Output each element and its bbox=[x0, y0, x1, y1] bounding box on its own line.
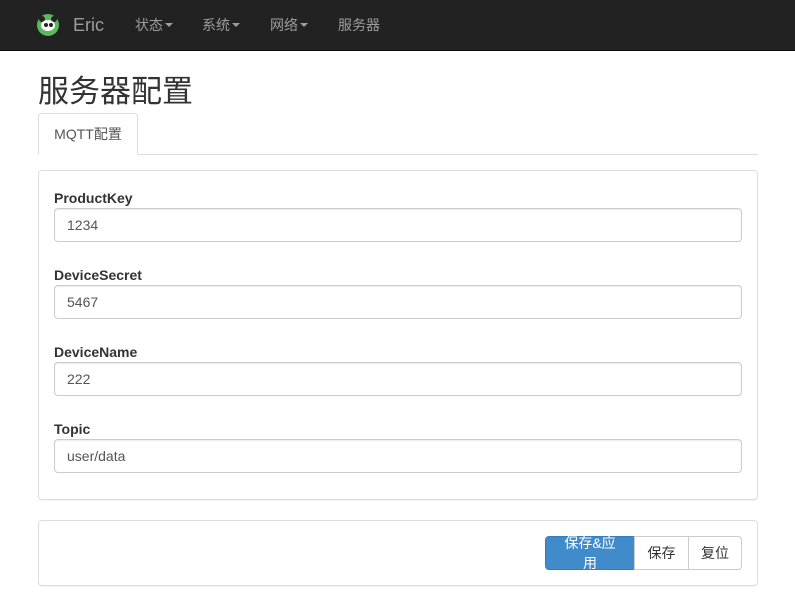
actions-panel: 保存&应用 保存 复位 bbox=[38, 520, 758, 586]
nav-item-label: 状态 bbox=[135, 17, 163, 33]
brand-link[interactable]: Eric bbox=[37, 0, 104, 50]
nav-item-status[interactable]: 状态 bbox=[135, 0, 173, 50]
save-apply-button[interactable]: 保存&应用 bbox=[545, 535, 635, 571]
brand-name: Eric bbox=[73, 14, 104, 35]
device-secret-input[interactable] bbox=[54, 285, 742, 319]
device-name-label: DeviceName bbox=[54, 344, 138, 360]
nav-item-label: 系统 bbox=[202, 17, 230, 33]
save-button[interactable]: 保存 bbox=[634, 536, 689, 570]
topic-input[interactable] bbox=[54, 439, 742, 473]
navbar: Eric 状态 系统 网络 服务器 bbox=[0, 0, 795, 51]
product-key-label: ProductKey bbox=[54, 190, 133, 206]
caret-down-icon bbox=[300, 23, 308, 27]
topic-label: Topic bbox=[54, 421, 91, 437]
product-key-input[interactable] bbox=[54, 208, 742, 242]
caret-down-icon bbox=[165, 23, 173, 27]
mqtt-config-panel: ProductKey DeviceSecret DeviceName Topic bbox=[38, 170, 758, 500]
page-title: 服务器配置 bbox=[38, 74, 193, 109]
nav-item-system[interactable]: 系统 bbox=[202, 0, 240, 50]
nav-item-server[interactable]: 服务器 bbox=[338, 0, 380, 50]
reset-button[interactable]: 复位 bbox=[688, 536, 742, 570]
tab-mqtt-config[interactable]: MQTT配置 bbox=[38, 113, 138, 155]
nav-item-label: 服务器 bbox=[338, 17, 380, 33]
device-secret-label: DeviceSecret bbox=[54, 267, 142, 283]
nav-item-network[interactable]: 网络 bbox=[270, 0, 308, 50]
tab-bar: MQTT配置 bbox=[38, 113, 758, 155]
caret-down-icon bbox=[232, 23, 240, 27]
device-name-input[interactable] bbox=[54, 362, 742, 396]
nav-item-label: 网络 bbox=[270, 17, 298, 33]
panda-logo-icon bbox=[37, 14, 59, 36]
action-button-group: 保存&应用 保存 复位 bbox=[545, 535, 742, 571]
